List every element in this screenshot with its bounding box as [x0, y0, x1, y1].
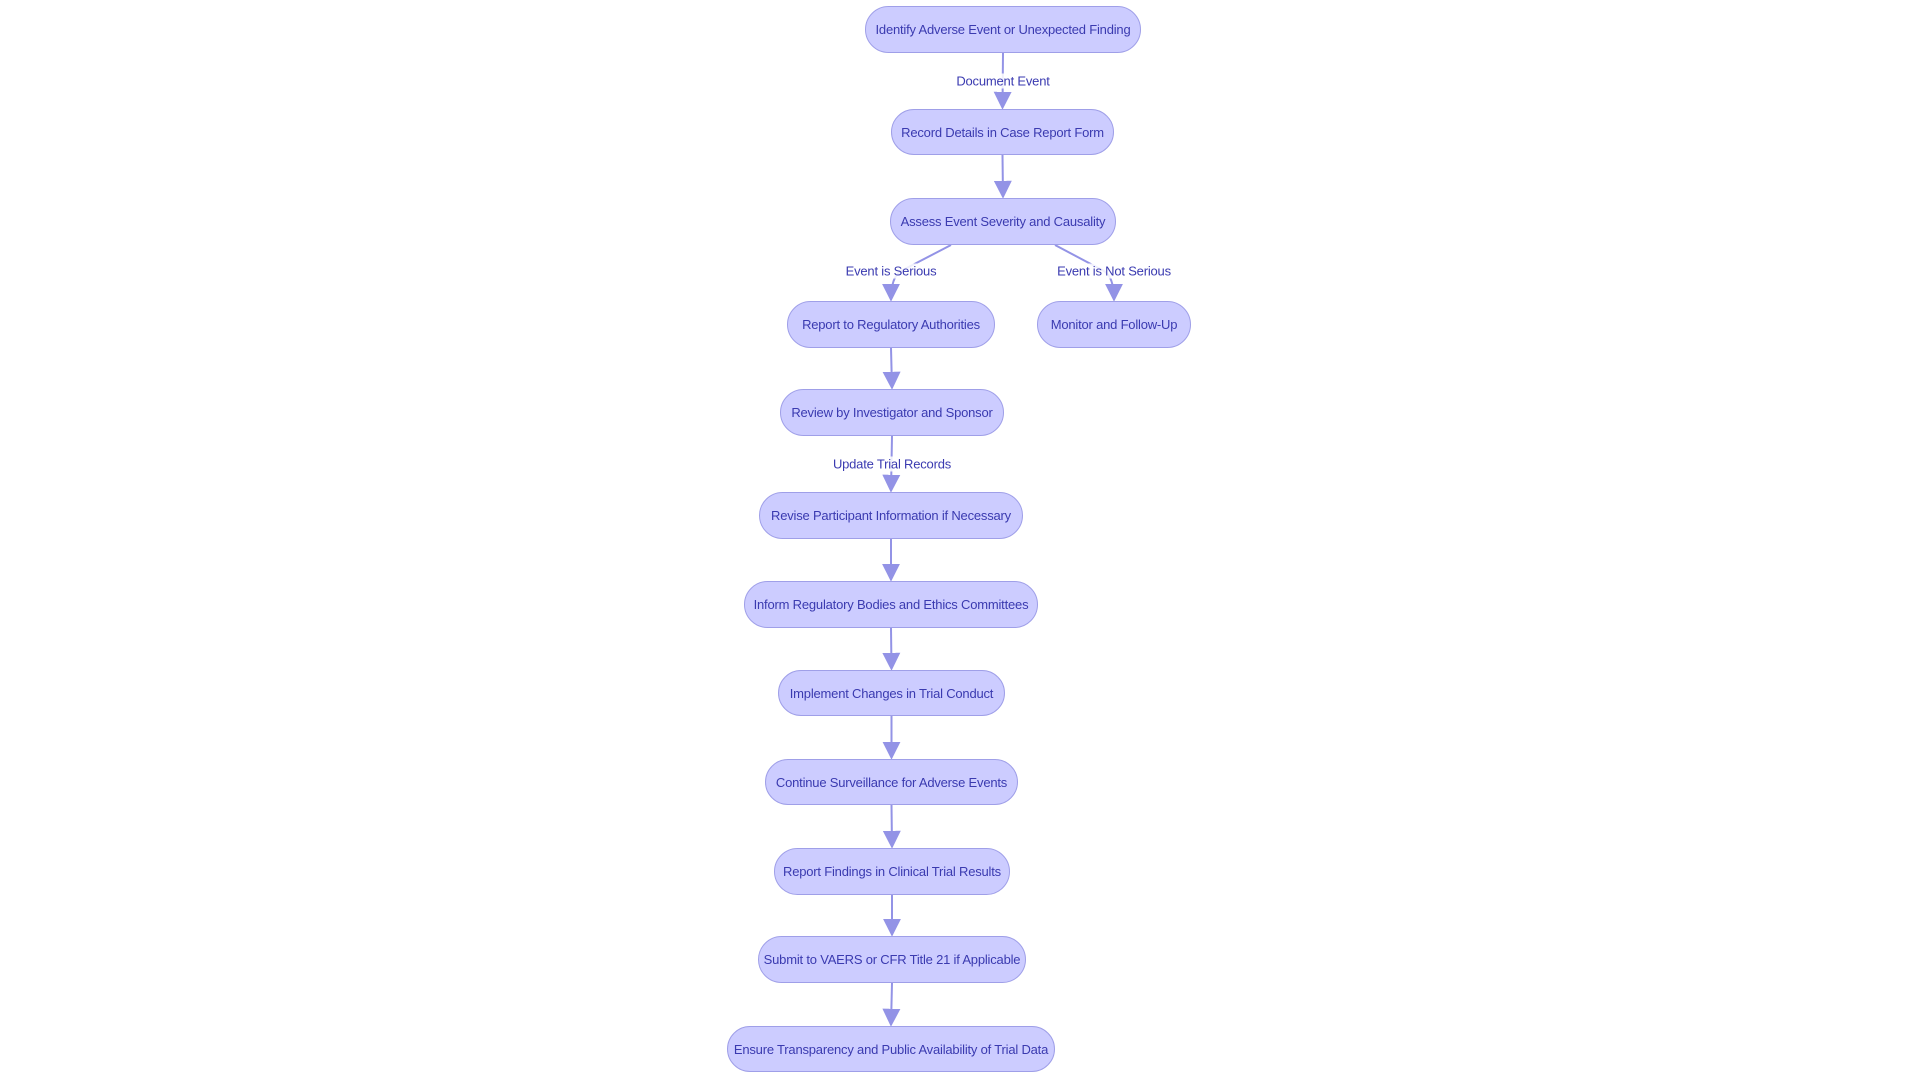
node-submit: Submit to VAERS or CFR Title 21 if Appli…: [758, 936, 1026, 983]
flowchart-edges: [882, 52, 1123, 1027]
node-review: Review by Investigator and Sponsor: [780, 389, 1004, 436]
edge-label: Update Trial Records: [831, 456, 953, 472]
edge-label: Event is Serious: [844, 263, 938, 279]
node-report: Report to Regulatory Authorities: [787, 301, 995, 348]
node-assess: Assess Event Severity and Causality: [890, 198, 1116, 245]
node-ensure: Ensure Transparency and Public Availabil…: [727, 1026, 1055, 1072]
edge-label: Event is Not Serious: [1056, 263, 1172, 279]
node-continue: Continue Surveillance for Adverse Events: [765, 759, 1018, 805]
node-identify: Identify Adverse Event or Unexpected Fin…: [865, 6, 1141, 53]
node-inform: Inform Regulatory Bodies and Ethics Comm…: [744, 581, 1038, 628]
node-findings: Report Findings in Clinical Trial Result…: [774, 848, 1010, 895]
node-implement: Implement Changes in Trial Conduct: [778, 670, 1005, 716]
node-monitor: Monitor and Follow-Up: [1037, 301, 1191, 348]
edge-report-to-review: [882, 347, 901, 390]
edge-record-to-assess: [993, 154, 1012, 199]
edge-submit-to-ensure: [882, 982, 901, 1027]
edge-label: Document Event: [955, 73, 1051, 89]
edge-inform-to-implement: [882, 627, 901, 671]
node-record: Record Details in Case Report Form: [891, 109, 1114, 155]
node-revise: Revise Participant Information if Necess…: [759, 492, 1023, 539]
edge-continue-to-findings: [882, 804, 901, 849]
